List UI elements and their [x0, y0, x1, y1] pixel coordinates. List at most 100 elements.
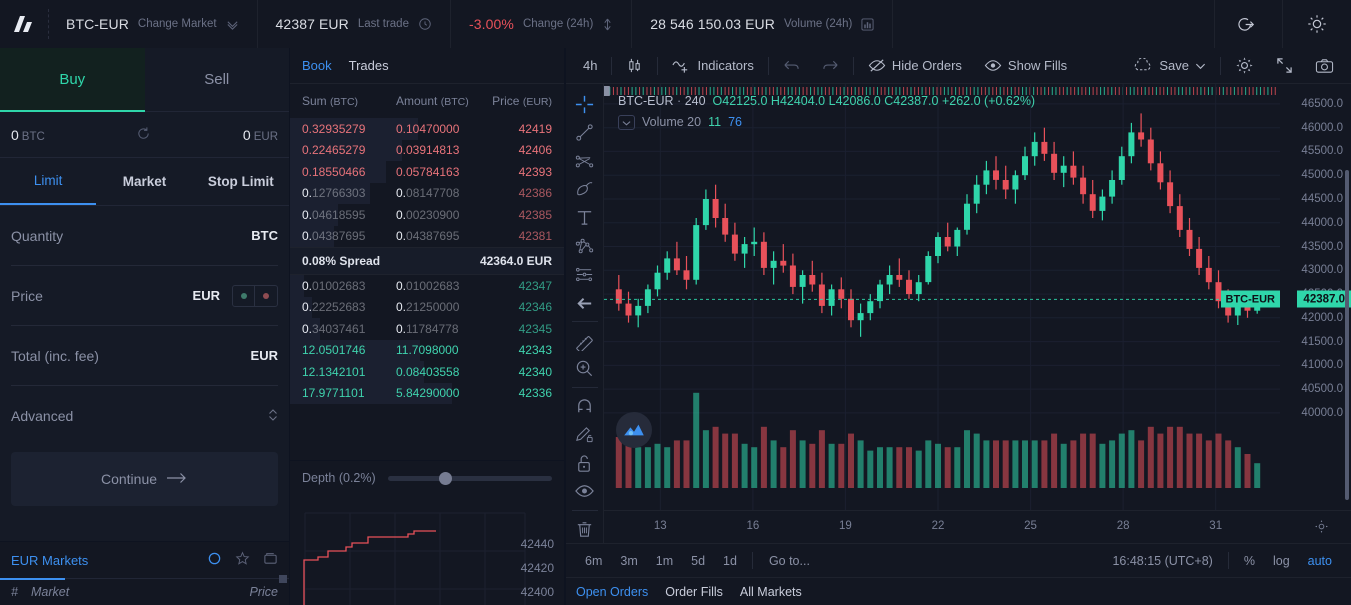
delete-tool[interactable] [568, 515, 602, 543]
markets-title[interactable]: EUR Markets [11, 553, 196, 568]
order-book-row[interactable]: 12.1342101 0.08403558 42340 [290, 361, 564, 383]
order-book-sum: 0.22252683 [302, 300, 366, 315]
range-3m[interactable]: 3m [611, 554, 646, 568]
time-tick: 28 [1116, 520, 1130, 532]
app-logo[interactable] [0, 0, 48, 48]
order-book-row[interactable]: 0.12766303 0.08147708 42386 [290, 182, 564, 204]
total-field[interactable]: Total (inc. fee) EUR [11, 326, 278, 386]
book-col-sum-unit: (BTC) [330, 96, 359, 108]
chart-plot[interactable] [604, 84, 1280, 510]
chart-canvas-area[interactable]: BTC-EUR · 240 O42125.0 H42404.0 L42086.0… [604, 84, 1351, 543]
crosshair-tool[interactable] [568, 90, 602, 118]
range-6m[interactable]: 6m [576, 554, 611, 568]
chart-type-button[interactable] [615, 53, 654, 79]
interval-button[interactable]: 4h [572, 53, 608, 79]
markets-icons [207, 551, 278, 569]
scale-percent-button[interactable]: % [1235, 554, 1264, 568]
star-icon[interactable] [235, 551, 250, 569]
order-book-price: 42406 [518, 143, 552, 158]
arrow-tool[interactable] [568, 289, 602, 317]
logout-button[interactable] [1215, 0, 1283, 48]
undo-button[interactable] [772, 53, 811, 79]
price-field[interactable]: Price EUR [11, 266, 278, 326]
zoom-in-tool[interactable] [568, 355, 602, 383]
tab-stop-limit[interactable]: Stop Limit [193, 158, 289, 205]
gear-icon [1236, 57, 1253, 74]
order-book-row[interactable]: 12.0501746 11.7098000 42343 [290, 339, 564, 361]
order-book-row[interactable]: 0.22252683 0.21250000 42346 [290, 296, 564, 318]
legend-change-pct: (+0.62%) [984, 94, 1036, 108]
text-tool[interactable] [568, 204, 602, 232]
price-axis-scrollbar[interactable] [1345, 170, 1349, 500]
price-bid-button[interactable] [233, 285, 255, 306]
continue-button[interactable]: Continue [11, 452, 278, 506]
tab-market[interactable]: Market [96, 158, 192, 205]
brush-tool[interactable] [568, 175, 602, 203]
price-tick: 44500.0 [1301, 192, 1343, 205]
range-1m[interactable]: 1m [647, 554, 682, 568]
advanced-toggle[interactable]: Advanced [11, 386, 278, 446]
time-axis-settings-icon[interactable] [1314, 519, 1329, 537]
legend-o: 42125.0 [722, 94, 768, 108]
show-fills-button[interactable]: Show Fills [973, 53, 1078, 79]
order-book-row[interactable]: 0.22465279 0.03914813 42406 [290, 139, 564, 161]
redo-button[interactable] [811, 53, 850, 79]
tab-limit[interactable]: Limit [0, 158, 97, 205]
order-book-row[interactable]: 0.32935279 0.10470000 42419 [290, 118, 564, 140]
tab-order-fills[interactable]: Order Fills [665, 585, 723, 599]
book-tabs: Book Trades [290, 48, 564, 84]
circle-icon[interactable] [207, 551, 222, 569]
depth-slider-knob[interactable] [438, 471, 452, 485]
refresh-balances-button[interactable] [45, 126, 243, 144]
fib-tool[interactable] [568, 147, 602, 175]
screenshot-button[interactable] [1304, 53, 1345, 79]
tab-book[interactable]: Book [302, 58, 332, 73]
time-axis[interactable]: 13 16 19 22 25 28 31 [604, 510, 1351, 543]
indicators-button[interactable]: Indicators [661, 53, 764, 79]
magnet-tool[interactable] [568, 392, 602, 420]
measure-tool[interactable] [568, 326, 602, 354]
price-tick: 45500.0 [1301, 145, 1343, 158]
order-book-row[interactable]: 0.04387695 0.04387695 42381 [290, 225, 564, 247]
crosshair-icon [575, 95, 594, 113]
scale-auto-button[interactable]: auto [1299, 554, 1341, 568]
clock-icon [418, 17, 432, 31]
order-book-row[interactable]: 0.01002683 0.01002683 42347 [290, 275, 564, 297]
forecast-tool[interactable] [568, 261, 602, 289]
zoom-in-icon [576, 361, 593, 377]
time-tick: 13 [653, 520, 667, 532]
chart-settings-button[interactable] [1224, 53, 1265, 79]
tab-sell[interactable]: Sell [144, 48, 289, 112]
markets-scrollbar[interactable] [279, 575, 287, 583]
order-book-row[interactable]: 0.18550466 0.05784163 42393 [290, 161, 564, 183]
fullscreen-button[interactable] [1265, 53, 1304, 79]
order-book-row[interactable]: 0.34037461 0.11784778 42345 [290, 318, 564, 340]
range-5d[interactable]: 5d [682, 554, 714, 568]
tab-buy[interactable]: Buy [0, 48, 145, 112]
tab-trades[interactable]: Trades [349, 58, 389, 73]
theme-toggle-button[interactable] [1283, 0, 1351, 48]
order-book-row[interactable]: 0.04618595 0.00230900 42385 [290, 204, 564, 226]
range-1d[interactable]: 1d [714, 554, 746, 568]
trendline-tool[interactable] [568, 118, 602, 146]
lock-tool[interactable] [568, 449, 602, 477]
tab-open-orders[interactable]: Open Orders [576, 585, 648, 599]
drawing-lock-tool[interactable] [568, 420, 602, 448]
order-book-row[interactable]: 17.9771101 5.84290000 42336 [290, 382, 564, 404]
price-axis[interactable]: 46500.0 46000.0 45500.0 45000.0 44500.0 44000… [1280, 84, 1351, 510]
visibility-tool[interactable] [568, 477, 602, 505]
quantity-field[interactable]: Quantity BTC [11, 206, 278, 266]
scale-log-button[interactable]: log [1264, 554, 1299, 568]
market-selector[interactable]: BTC-EUR Change Market [49, 0, 258, 48]
pattern-tool[interactable] [568, 232, 602, 260]
save-button[interactable]: Save [1122, 53, 1217, 79]
chevron-down-icon[interactable] [618, 115, 635, 130]
goto-button[interactable]: Go to... [759, 554, 820, 568]
wallet-icon[interactable] [263, 551, 278, 569]
legend-separator: · [677, 94, 682, 108]
price-ask-button[interactable] [255, 286, 277, 306]
tab-all-markets[interactable]: All Markets [740, 585, 802, 599]
hide-orders-button[interactable]: Hide Orders [857, 53, 973, 79]
depth-slider[interactable] [387, 471, 552, 485]
order-book-price: 42386 [518, 186, 552, 201]
